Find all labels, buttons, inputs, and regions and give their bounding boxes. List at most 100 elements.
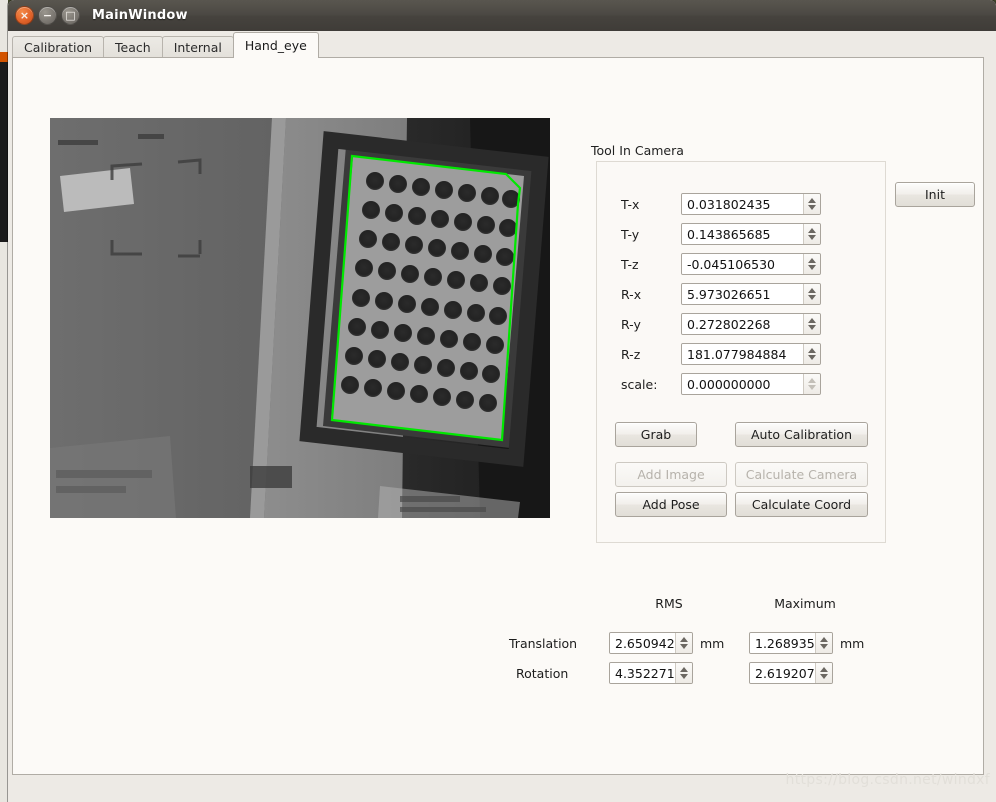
- init-button-label: Init: [925, 187, 945, 202]
- input-t-x-value: 0.031802435: [682, 194, 803, 214]
- spinner-rotation-rms[interactable]: [675, 663, 692, 683]
- input-r-z[interactable]: 181.077984884: [681, 343, 821, 365]
- spinner-up-icon[interactable]: [808, 318, 816, 323]
- group-title-tool-in-camera: Tool In Camera: [591, 143, 684, 158]
- spinner-translation-max[interactable]: [815, 633, 832, 653]
- spinner-down-icon[interactable]: [680, 674, 688, 679]
- grab-button[interactable]: Grab: [615, 422, 697, 447]
- spinner-down-icon: [808, 385, 816, 390]
- input-translation-rms-value: 2.6509423: [610, 633, 675, 653]
- spinner-up-icon[interactable]: [808, 348, 816, 353]
- calculate-coord-button[interactable]: Calculate Coord: [735, 492, 868, 517]
- label-t-y: T-y: [621, 226, 640, 242]
- spinner-up-icon[interactable]: [808, 258, 816, 263]
- stats-header-maximum: Maximum: [774, 596, 836, 611]
- field-row-t-y: T-y 0.143865685: [621, 223, 821, 245]
- calculate-coord-button-label: Calculate Coord: [751, 497, 852, 512]
- input-t-y-value: 0.143865685: [682, 224, 803, 244]
- spinner-down-icon[interactable]: [820, 674, 828, 679]
- spinner-down-icon[interactable]: [680, 644, 688, 649]
- label-scale: scale:: [621, 376, 658, 392]
- tab-teach[interactable]: Teach: [103, 36, 163, 58]
- input-rotation-max[interactable]: 2.6192077: [749, 662, 833, 684]
- input-t-x[interactable]: 0.031802435: [681, 193, 821, 215]
- spinner-r-y[interactable]: [803, 314, 820, 334]
- tab-hand-eye[interactable]: Hand_eye: [232, 32, 319, 58]
- input-r-x[interactable]: 5.973026651: [681, 283, 821, 305]
- spinner-up-icon[interactable]: [808, 228, 816, 233]
- input-rotation-rms[interactable]: 4.3522715: [609, 662, 693, 684]
- spinner-up-icon[interactable]: [680, 637, 688, 642]
- input-scale-value: 0.000000000: [682, 374, 803, 394]
- spinner-translation-rms[interactable]: [675, 633, 692, 653]
- stats-row-rotation: 4.3522715: [609, 662, 693, 684]
- spinner-down-icon[interactable]: [808, 235, 816, 240]
- camera-image-view[interactable]: [50, 118, 550, 518]
- tab-internal[interactable]: Internal: [161, 36, 234, 58]
- grab-button-label: Grab: [640, 427, 672, 442]
- spinner-t-z[interactable]: [803, 254, 820, 274]
- tab-internal-label: Internal: [173, 40, 222, 55]
- stats-row-rotation-max: 2.6192077: [749, 662, 833, 684]
- spinner-down-icon[interactable]: [808, 265, 816, 270]
- window-client-area: Calibration Teach Internal Hand_eye Tool…: [8, 31, 996, 802]
- desktop-left-dark-panel: [0, 62, 8, 242]
- spinner-up-icon[interactable]: [808, 198, 816, 203]
- spinner-down-icon[interactable]: [820, 644, 828, 649]
- screen: × − □ MainWindow Calibration Teach Inter…: [0, 0, 996, 802]
- init-button[interactable]: Init: [895, 182, 975, 207]
- label-t-x: T-x: [621, 196, 640, 212]
- field-row-r-z: R-z 181.077984884: [621, 343, 821, 365]
- spinner-down-icon[interactable]: [808, 355, 816, 360]
- minimize-icon[interactable]: −: [38, 6, 57, 25]
- spinner-up-icon[interactable]: [680, 667, 688, 672]
- tab-bar: Calibration Teach Internal Hand_eye: [12, 32, 319, 58]
- unit-translation-max: mm: [840, 635, 865, 651]
- input-translation-max[interactable]: 1.26893544: [749, 632, 833, 654]
- label-r-z: R-z: [621, 346, 641, 362]
- spinner-down-icon[interactable]: [808, 325, 816, 330]
- input-translation-rms[interactable]: 2.6509423: [609, 632, 693, 654]
- field-row-t-z: T-z -0.045106530: [621, 253, 821, 275]
- tab-calibration[interactable]: Calibration: [12, 36, 105, 58]
- close-glyph: ×: [19, 8, 30, 22]
- close-icon[interactable]: ×: [15, 6, 34, 25]
- spinner-down-icon[interactable]: [808, 295, 816, 300]
- spinner-r-z[interactable]: [803, 344, 820, 364]
- input-t-y[interactable]: 0.143865685: [681, 223, 821, 245]
- add-pose-button-label: Add Pose: [642, 497, 700, 512]
- main-window: × − □ MainWindow Calibration Teach Inter…: [8, 0, 996, 802]
- spinner-t-x[interactable]: [803, 194, 820, 214]
- field-row-r-y: R-y 0.272802268: [621, 313, 821, 335]
- window-titlebar: × − □ MainWindow: [8, 0, 996, 31]
- unit-translation-rms: mm: [700, 635, 725, 651]
- spinner-up-icon[interactable]: [820, 637, 828, 642]
- add-pose-button[interactable]: Add Pose: [615, 492, 727, 517]
- input-translation-max-value: 1.26893544: [750, 633, 815, 653]
- field-row-r-x: R-x 5.973026651: [621, 283, 821, 305]
- stats-row-translation: 2.6509423 mm: [609, 632, 724, 654]
- spinner-scale: [803, 374, 820, 394]
- add-image-button[interactable]: Add Image: [615, 462, 727, 487]
- field-row-scale: scale: 0.000000000: [621, 373, 821, 395]
- spinner-t-y[interactable]: [803, 224, 820, 244]
- stats-label-translation: Translation: [509, 636, 578, 651]
- spinner-down-icon[interactable]: [808, 205, 816, 210]
- input-r-y-value: 0.272802268: [682, 314, 803, 334]
- input-r-y[interactable]: 0.272802268: [681, 313, 821, 335]
- input-scale[interactable]: 0.000000000: [681, 373, 821, 395]
- calculate-camera-button[interactable]: Calculate Camera: [735, 462, 868, 487]
- maximize-icon[interactable]: □: [61, 6, 80, 25]
- auto-calibration-button[interactable]: Auto Calibration: [735, 422, 868, 447]
- spinner-up-icon[interactable]: [820, 667, 828, 672]
- desktop-left-accent: [0, 52, 8, 62]
- stats-header-rms: RMS: [655, 596, 683, 611]
- calculate-camera-button-label: Calculate Camera: [745, 467, 858, 482]
- spinner-up-icon[interactable]: [808, 288, 816, 293]
- window-controls: × − □: [15, 6, 80, 25]
- spinner-rotation-max[interactable]: [815, 663, 832, 683]
- input-rotation-rms-value: 4.3522715: [610, 663, 675, 683]
- spinner-up-icon: [808, 378, 816, 383]
- input-t-z[interactable]: -0.045106530: [681, 253, 821, 275]
- spinner-r-x[interactable]: [803, 284, 820, 304]
